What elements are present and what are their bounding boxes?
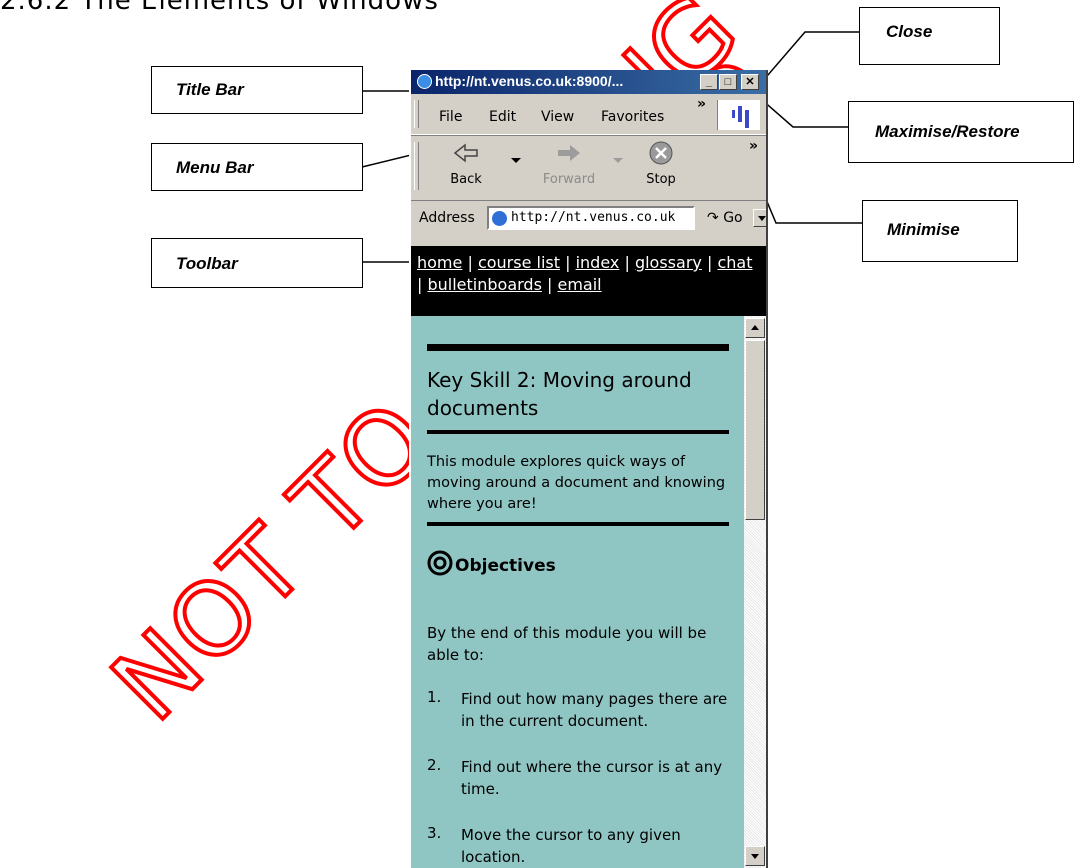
toolbar-callout: Toolbar: [151, 238, 363, 288]
minimise-callout: Minimise: [862, 200, 1018, 262]
objective-1-number: 1.: [427, 688, 442, 706]
stop-button[interactable]: Stop: [633, 140, 689, 187]
objective-2-number: 2.: [427, 756, 442, 774]
menu-edit[interactable]: Edit: [489, 109, 516, 125]
window-title: http://nt.venus.co.uk:8900/...: [435, 73, 624, 89]
address-value: http://nt.venus.co.uk: [511, 210, 676, 225]
scrollbar-thumb[interactable]: [745, 340, 765, 520]
scroll-down-arrow-icon: [751, 854, 759, 859]
address-label: Address: [419, 210, 475, 226]
maximise-restore-callout: Maximise/Restore: [848, 101, 1074, 163]
back-button[interactable]: Back: [431, 140, 501, 187]
nav-link-bulletinboards[interactable]: bulletinboards: [427, 275, 541, 294]
forward-arrow-icon: [558, 145, 580, 161]
objectives-lead: By the end of this module you will be ab…: [427, 624, 707, 664]
address-bar: Address http://nt.venus.co.uk ↷ Go: [411, 202, 766, 236]
page-intro: This module explores quick ways of movin…: [427, 454, 726, 512]
objectives-heading: Objectives: [455, 556, 556, 576]
vertical-scrollbar[interactable]: [744, 316, 766, 868]
menu-chevron-icon[interactable]: »: [697, 96, 706, 112]
title-bar-callout: Title Bar: [151, 66, 363, 114]
objective-1-text: Find out how many pages there are in the…: [461, 690, 728, 730]
go-button[interactable]: ↷ Go: [707, 210, 743, 226]
nav-link-course-list[interactable]: course list: [478, 253, 560, 272]
go-arrow-icon: ↷: [707, 210, 719, 226]
rule-1: [427, 430, 729, 434]
forward-button[interactable]: Forward: [529, 140, 609, 187]
scroll-down-button[interactable]: [745, 846, 765, 866]
nav-link-chat[interactable]: chat: [717, 253, 752, 272]
windows-logo-icon: [717, 100, 760, 130]
page-icon: [492, 211, 507, 226]
toolbar-chevron-icon[interactable]: »: [749, 138, 758, 154]
forward-dropdown-icon[interactable]: [613, 158, 623, 163]
minimise-button[interactable]: _: [700, 74, 718, 90]
browser-window: http://nt.venus.co.uk:8900/... _ □ ✕ Fil…: [409, 70, 768, 868]
objective-3-number: 3.: [427, 824, 442, 842]
stop-icon: [649, 141, 673, 165]
rule-top: [427, 344, 729, 351]
section-heading: 2.6.2 The Elements of Windows: [0, 0, 439, 16]
menu-grip[interactable]: [414, 100, 419, 128]
menu-favorites[interactable]: Favorites: [601, 109, 664, 125]
site-nav: home | course list | index | glossary | …: [411, 246, 766, 316]
maximise-button[interactable]: □: [719, 74, 737, 90]
close-line: [760, 31, 859, 84]
scroll-up-arrow-icon: [751, 325, 759, 330]
back-arrow-icon: [453, 143, 478, 163]
objective-3-text: Move the cursor to any given location.: [461, 826, 681, 866]
address-input[interactable]: http://nt.venus.co.uk: [487, 206, 766, 230]
menu-file[interactable]: File: [439, 109, 462, 125]
toolbar-grip[interactable]: [414, 142, 419, 190]
close-callout: Close: [859, 7, 1000, 65]
scroll-up-button[interactable]: [745, 318, 765, 338]
nav-link-email[interactable]: email: [558, 275, 602, 294]
close-button[interactable]: ✕: [741, 74, 759, 90]
page-title: Key Skill 2: Moving around documents: [427, 368, 692, 420]
back-dropdown-icon[interactable]: [511, 158, 521, 163]
ie-logo-icon: [417, 74, 432, 89]
objective-2-text: Find out where the cursor is at any time…: [461, 758, 723, 798]
page-content: Key Skill 2: Moving around documents Thi…: [411, 316, 744, 868]
toolbar: Back Forward Stop »: [411, 136, 766, 201]
menu-bar-callout: Menu Bar: [151, 143, 363, 191]
address-dropdown-icon[interactable]: [753, 209, 766, 227]
title-bar[interactable]: http://nt.venus.co.uk:8900/... _ □ ✕: [411, 70, 766, 94]
nav-link-index[interactable]: index: [576, 253, 620, 272]
nav-link-glossary[interactable]: glossary: [635, 253, 702, 272]
menu-bar: File Edit View Favorites »: [411, 94, 766, 135]
target-icon: [427, 550, 453, 581]
menu-view[interactable]: View: [541, 109, 574, 125]
rule-2: [427, 522, 729, 526]
nav-link-home[interactable]: home: [417, 253, 462, 272]
nav-links: home | course list | index | glossary | …: [417, 253, 753, 294]
